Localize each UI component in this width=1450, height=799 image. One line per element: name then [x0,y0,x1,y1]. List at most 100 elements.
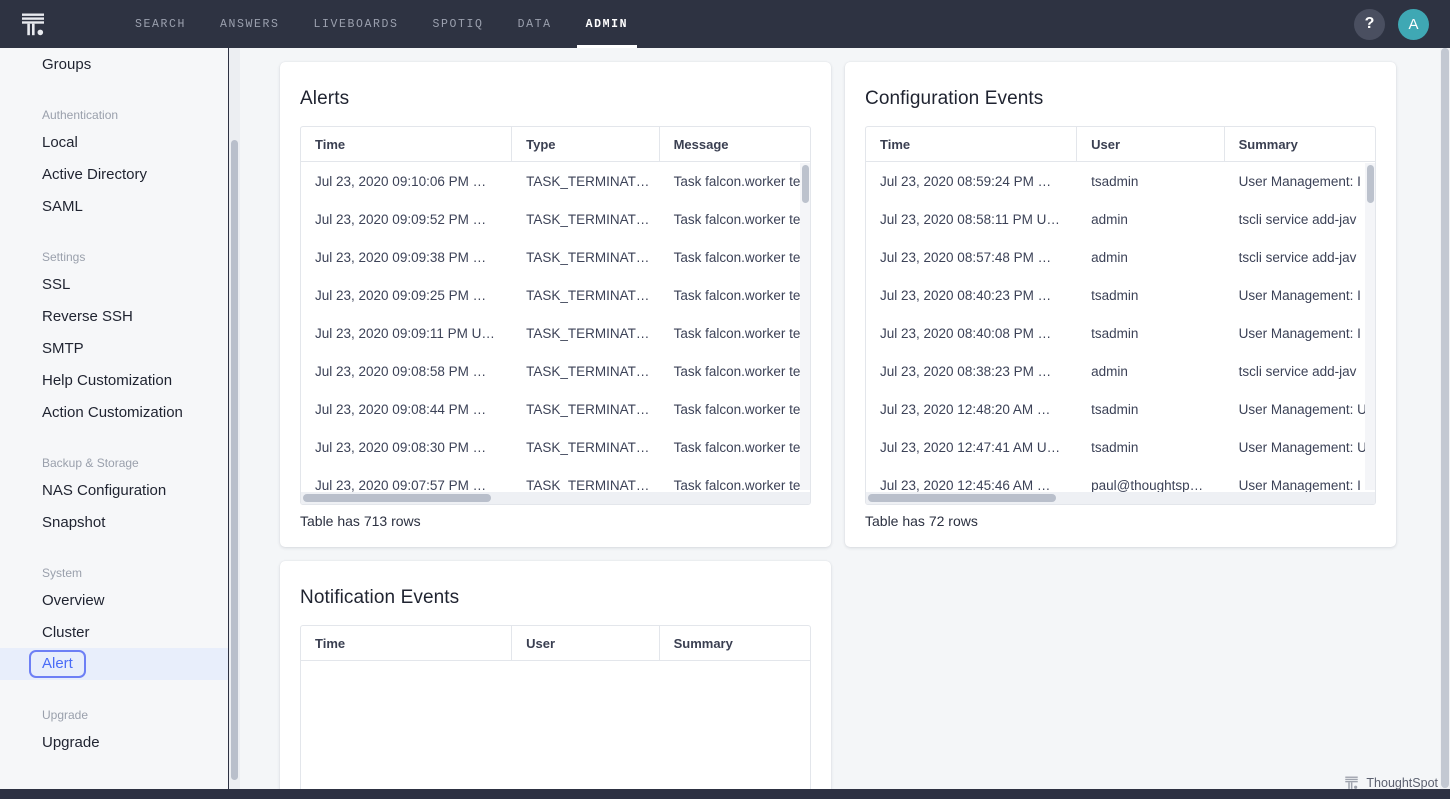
page-vertical-scrollbar[interactable] [1440,48,1450,791]
sidebar-item-groups[interactable]: Groups [0,48,228,80]
table-row[interactable]: Jul 23, 2020 12:48:20 AM …tsadminUser Ma… [866,390,1375,428]
sidebar-item-label: Active Directory [42,166,147,183]
table-row[interactable]: Jul 23, 2020 09:08:58 PM …TASK_TERMINAT…… [301,352,810,390]
sidebar-item-smtp[interactable]: SMTP [0,332,228,364]
table-row[interactable]: Jul 23, 2020 09:09:25 PM …TASK_TERMINAT…… [301,276,810,314]
sidebar-item-help-customization[interactable]: Help Customization [0,364,228,396]
config-table-horizontal-scrollbar[interactable] [866,492,1375,504]
sidebar-section-heading: Settings [0,238,228,268]
table-row[interactable]: Jul 23, 2020 12:47:41 AM U…tsadminUser M… [866,428,1375,466]
alerts-table-header: Time Type Message [301,127,810,162]
notification-col-user[interactable]: User [512,626,659,660]
config-cell: tsadmin [1077,428,1224,466]
config-col-time[interactable]: Time [866,127,1077,161]
configuration-events-row-count: Table has 72 rows [865,513,1376,529]
alerts-card: Alerts Time Type Message Jul 23, 2020 09… [280,62,831,547]
config-table-vertical-scrollbar[interactable] [1365,163,1375,490]
alerts-cell: TASK_TERMINAT… [512,352,659,390]
nav-tab-liveboards[interactable]: LIVEBOARDS [297,0,416,48]
alerts-table-horizontal-scrollbar[interactable] [301,492,810,504]
table-row[interactable]: Jul 23, 2020 09:08:30 PM …TASK_TERMINAT…… [301,428,810,466]
config-cell: admin [1077,352,1224,390]
config-table-vscroll-thumb[interactable] [1367,165,1374,203]
alerts-cell: TASK_TERMINAT… [512,200,659,238]
sidebar-item-action-customization[interactable]: Action Customization [0,396,228,428]
alerts-cell: TASK_TERMINAT… [512,276,659,314]
alerts-table: Time Type Message Jul 23, 2020 09:10:06 … [300,126,811,505]
configuration-events-card-title: Configuration Events [865,88,1376,110]
alerts-table-hscroll-thumb[interactable] [303,494,491,502]
alerts-cell: Task falcon.worker te [660,276,810,314]
alerts-table-vscroll-thumb[interactable] [802,165,809,203]
sidebar-item-saml[interactable]: SAML [0,190,228,222]
sidebar-item-alert[interactable]: Alert [0,648,228,680]
admin-sidebar: GroupsAuthenticationLocalActive Director… [0,48,228,791]
configuration-events-table-wrap: Time User Summary Jul 23, 2020 08:59:24 … [865,126,1376,505]
sidebar-scrollbar-thumb[interactable] [231,140,238,780]
sidebar-item-label: NAS Configuration [42,482,166,499]
thoughtspot-logo-small-icon [1343,774,1360,791]
notification-events-table: Time User Summary [300,625,811,791]
sidebar-scrollbar[interactable] [229,48,240,791]
table-row[interactable]: Jul 23, 2020 08:59:24 PM …tsadminUser Ma… [866,162,1375,200]
table-row[interactable]: Jul 23, 2020 09:10:06 PM …TASK_TERMINAT…… [301,162,810,200]
notification-col-time[interactable]: Time [301,626,512,660]
alerts-col-message[interactable]: Message [660,127,810,161]
alerts-col-type[interactable]: Type [512,127,659,161]
page-horizontal-scrollbar[interactable] [0,789,1450,799]
config-cell: User Management: I [1225,162,1375,200]
config-cell: admin [1077,238,1224,276]
thoughtspot-logo[interactable] [0,0,66,48]
alerts-table-vertical-scrollbar[interactable] [800,163,810,490]
sidebar-item-reverse-ssh[interactable]: Reverse SSH [0,300,228,332]
nav-tab-admin[interactable]: ADMIN [569,0,646,48]
sidebar-item-label: Upgrade [42,734,100,751]
nav-tab-search[interactable]: SEARCH [118,0,203,48]
alerts-cell: Jul 23, 2020 09:09:11 PM U… [301,314,512,352]
table-row[interactable]: Jul 23, 2020 08:40:23 PM …tsadminUser Ma… [866,276,1375,314]
table-row[interactable]: Jul 23, 2020 09:09:11 PM U…TASK_TERMINAT… [301,314,810,352]
page-vertical-scrollbar-thumb[interactable] [1441,48,1449,788]
sidebar-item-upgrade[interactable]: Upgrade [0,726,228,758]
sidebar-item-local[interactable]: Local [0,126,228,158]
config-cell: Jul 23, 2020 08:57:48 PM … [866,238,1077,276]
config-cell: Jul 23, 2020 08:40:08 PM … [866,314,1077,352]
alerts-cell: Jul 23, 2020 09:08:44 PM … [301,390,512,428]
config-table-hscroll-thumb[interactable] [868,494,1056,502]
table-row[interactable]: Jul 23, 2020 09:08:44 PM …TASK_TERMINAT…… [301,390,810,428]
config-cell: tsadmin [1077,162,1224,200]
config-cell: Jul 23, 2020 12:48:20 AM … [866,390,1077,428]
sidebar-item-nas-configuration[interactable]: NAS Configuration [0,474,228,506]
config-cell: User Management: U [1225,390,1375,428]
config-col-summary[interactable]: Summary [1225,127,1375,161]
table-row[interactable]: Jul 23, 2020 08:58:11 PM U…admintscli se… [866,200,1375,238]
config-cell: User Management: U [1225,428,1375,466]
help-icon[interactable]: ? [1354,9,1385,40]
table-row[interactable]: Jul 23, 2020 09:09:38 PM …TASK_TERMINAT…… [301,238,810,276]
sidebar-item-active-directory[interactable]: Active Directory [0,158,228,190]
notification-events-table-header: Time User Summary [301,626,810,661]
table-row[interactable]: Jul 23, 2020 09:09:52 PM …TASK_TERMINAT…… [301,200,810,238]
alerts-cell: TASK_TERMINAT… [512,238,659,276]
config-cell: Jul 23, 2020 08:58:11 PM U… [866,200,1077,238]
config-cell: tscli service add-jav [1225,352,1375,390]
avatar[interactable]: A [1398,9,1429,40]
sidebar-item-snapshot[interactable]: Snapshot [0,506,228,538]
nav-tab-data[interactable]: DATA [501,0,569,48]
config-cell: User Management: I [1225,276,1375,314]
config-col-user[interactable]: User [1077,127,1224,161]
table-row[interactable]: Jul 23, 2020 08:38:23 PM …admintscli ser… [866,352,1375,390]
table-row[interactable]: Jul 23, 2020 08:40:08 PM …tsadminUser Ma… [866,314,1375,352]
sidebar-item-cluster[interactable]: Cluster [0,616,228,648]
nav-tab-spotiq[interactable]: SPOTIQ [416,0,501,48]
notification-col-summary[interactable]: Summary [660,626,810,660]
sidebar-item-ssl[interactable]: SSL [0,268,228,300]
sidebar-scroll-content: GroupsAuthenticationLocalActive Director… [0,48,228,758]
sidebar-item-label: Snapshot [42,514,105,531]
sidebar-item-overview[interactable]: Overview [0,584,228,616]
thoughtspot-logo-icon [18,9,48,39]
config-cell: Jul 23, 2020 12:47:41 AM U… [866,428,1077,466]
nav-tab-answers[interactable]: ANSWERS [203,0,297,48]
table-row[interactable]: Jul 23, 2020 08:57:48 PM …admintscli ser… [866,238,1375,276]
alerts-col-time[interactable]: Time [301,127,512,161]
